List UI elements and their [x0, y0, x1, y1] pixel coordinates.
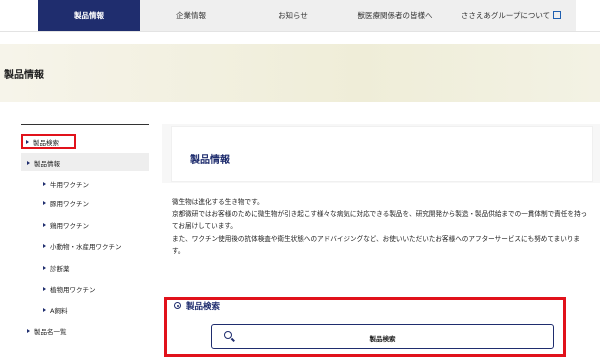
triangle-right-icon [43, 266, 46, 270]
tab-product-info[interactable]: 製品情報 [38, 0, 140, 31]
triangle-right-icon [43, 287, 46, 291]
sidebar-item-label: 植物用ワクチン [50, 286, 96, 294]
sidebar-item-product-info[interactable]: 製品情報 [27, 158, 60, 168]
tab-company-info[interactable]: 企業情報 [140, 0, 242, 31]
triangle-right-icon [43, 223, 46, 227]
main-heading: 製品情報 [190, 155, 230, 166]
sidebar-item-label: 製品情報 [34, 160, 60, 168]
product-search-button[interactable]: 製品検索 [211, 324, 554, 349]
sidebar-item-product-search[interactable]: 製品検索 [21, 134, 76, 149]
sidebar-subitem-feed[interactable]: A飼料 [43, 305, 67, 315]
triangle-right-icon [27, 329, 30, 333]
sidebar-item-label: 製品検索 [33, 139, 59, 147]
page-banner: 製品情報 [0, 44, 600, 102]
tab-sasaea-group[interactable]: ささえあグループについて [446, 0, 576, 31]
description-paragraph: 微生物は進化する生き物です。 [172, 198, 264, 206]
sidebar-item-label: 小動物・水産用ワクチン [50, 243, 122, 251]
sidebar-item-label: 製品名一覧 [34, 328, 67, 336]
sidebar-subitem-cattle-vaccine[interactable]: 牛用ワクチン [43, 179, 89, 189]
bullet-circle-icon [174, 302, 181, 309]
triangle-right-icon [26, 140, 29, 144]
sidebar-item-label: 豚用ワクチン [50, 200, 89, 208]
sidebar-subitem-chicken-vaccine[interactable]: 鶏用ワクチン [43, 220, 89, 230]
sidebar-item-label: 牛用ワクチン [50, 181, 89, 189]
sidebar-subitem-diagnostics[interactable]: 診断薬 [43, 263, 70, 273]
triangle-right-icon [43, 182, 46, 186]
product-search-button-label: 製品検索 [369, 335, 396, 343]
product-search-title-label: 製品検索 [186, 302, 221, 312]
external-link-icon [553, 11, 562, 19]
sidebar-item-label: 鶏用ワクチン [50, 222, 89, 230]
heading-card: 製品情報 [172, 127, 592, 181]
product-search-title: 製品検索 [174, 300, 220, 312]
triangle-right-icon [43, 244, 46, 248]
page-title: 製品情報 [4, 70, 44, 81]
sidebar-item-label: 診断薬 [50, 265, 70, 273]
triangle-right-icon [43, 308, 46, 312]
sidebar-divider [21, 124, 149, 125]
description-paragraph: また、ワクチン使用後の抗体検査や衛生状態へのアドバイジングなど、お使いいただいた… [172, 234, 581, 255]
sidebar-item-label: A飼料 [50, 307, 68, 315]
sidebar-subitem-pig-vaccine[interactable]: 豚用ワクチン [43, 198, 89, 208]
tab-sasaea-group-label: ささえあグループについて [460, 11, 551, 20]
sidebar-item-product-list[interactable]: 製品名一覧 [27, 326, 67, 336]
sidebar-subitem-plant-vaccine[interactable]: 植物用ワクチン [43, 284, 96, 294]
tab-news[interactable]: お知らせ [242, 0, 344, 31]
triangle-right-icon [43, 201, 46, 205]
sidebar-subitem-small-animal-vaccine[interactable]: 小動物・水産用ワクチン [43, 241, 122, 251]
top-navigation: 製品情報 企業情報 お知らせ 獣医療関係者の皆様へ ささえあグループについて [0, 0, 600, 32]
tab-vet-professionals[interactable]: 獣医療関係者の皆様へ [344, 0, 446, 31]
triangle-right-icon [27, 161, 30, 165]
description: 微生物は進化する生き物です。 京都微研ではお客様のために微生物が引き起こす様々な… [172, 196, 592, 257]
description-paragraph: 京都微研ではお客様のために微生物が引き起こす様々な病気に対応できる製品を、研究開… [172, 210, 588, 231]
